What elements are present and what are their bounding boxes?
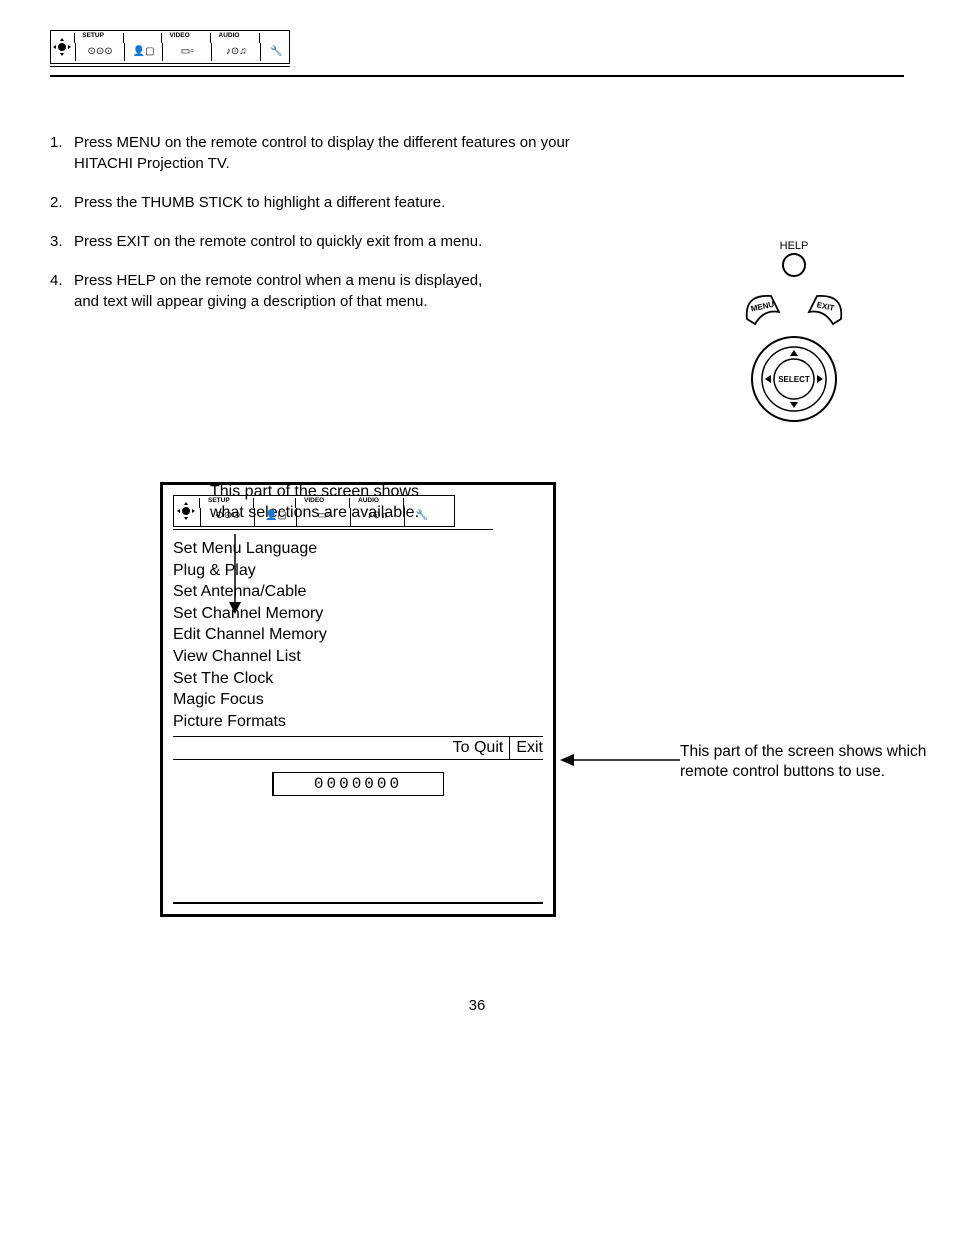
- remote-control-diagram: HELP MENU EXIT SELECT: [724, 240, 864, 424]
- menu-item: Set Antenna/Cable: [173, 581, 543, 603]
- list-number: 2.: [50, 192, 74, 213]
- list-number: 1.: [50, 132, 74, 174]
- tv-tab-strip: SETUP ⊙⊙⊙ 👤▢ VIDEO ▭▫: [173, 495, 493, 530]
- tab-audio: AUDIO ♪⊙♫: [215, 31, 259, 63]
- svg-text:SELECT: SELECT: [778, 375, 810, 384]
- tab-tool: 🔧: [408, 496, 436, 526]
- menu-item: Picture Formats: [173, 711, 543, 733]
- help-button-icon: [781, 252, 807, 278]
- instruction-text: Press EXIT on the remote control to quic…: [74, 231, 482, 252]
- menu-item: Set The Clock: [173, 668, 543, 690]
- digit-display: 0000000: [272, 772, 444, 796]
- tab-person: 👤▢: [258, 496, 294, 526]
- annotation-right: This part of the screen shows which remo…: [680, 742, 954, 782]
- header-tab-strip: SETUP ⊙⊙⊙ 👤▢ VIDEO ▭▫ AUDIO ♪⊙♫ 🔧: [50, 30, 290, 67]
- tab-video: VIDEO ▭▫: [300, 496, 348, 526]
- audio-icon: ♪⊙♫: [226, 47, 247, 57]
- instruction-list: 1. Press MENU on the remote control to d…: [50, 132, 610, 312]
- menu-item: Magic Focus: [173, 689, 543, 711]
- menu-item: View Channel List: [173, 646, 543, 668]
- menu-item: Edit Channel Memory: [173, 624, 543, 646]
- menu-item: Plug & Play: [173, 560, 543, 582]
- tab-video: VIDEO ▭▫: [165, 31, 209, 63]
- audio-icon: ♪⊙♫: [368, 511, 389, 521]
- instruction-text: Press the THUMB STICK to highlight a dif…: [74, 192, 445, 213]
- list-number: 4.: [50, 270, 74, 312]
- menu-options-list: Set Menu Language Plug & Play Set Antenn…: [173, 538, 543, 732]
- help-label: HELP: [724, 240, 864, 252]
- person-icon: 👤▢: [133, 47, 155, 57]
- arrow-left-icon: [560, 750, 680, 770]
- horizontal-rule: [50, 75, 904, 77]
- setup-icon: ⊙⊙⊙: [215, 511, 240, 521]
- menu-item: Set Menu Language: [173, 538, 543, 560]
- quit-button-label: Exit: [516, 739, 543, 757]
- quit-label: To Quit: [453, 739, 504, 757]
- tab-tool: 🔧: [264, 31, 289, 63]
- thumbstick-icon: [51, 38, 73, 56]
- person-icon: 👤▢: [265, 511, 287, 521]
- tab-setup: SETUP ⊙⊙⊙: [78, 31, 122, 63]
- tv-screen-mockup: SETUP ⊙⊙⊙ 👤▢ VIDEO ▭▫: [160, 482, 904, 917]
- quit-hint-row: To Quit Exit: [173, 736, 543, 760]
- tool-icon: 🔧: [270, 47, 282, 57]
- tab-audio: AUDIO ♪⊙♫: [354, 496, 402, 526]
- list-number: 3.: [50, 231, 74, 252]
- setup-icon: ⊙⊙⊙: [87, 47, 112, 57]
- tab-setup: SETUP ⊙⊙⊙: [204, 496, 252, 526]
- select-thumbstick-icon: SELECT: [749, 334, 839, 424]
- instruction-text: Press MENU on the remote control to disp…: [74, 132, 610, 174]
- tv-lower-section: 0000000: [173, 772, 543, 904]
- video-icon: ▭▫: [318, 511, 331, 521]
- video-icon: ▭▫: [181, 47, 194, 57]
- menu-exit-buttons-icon: MENU EXIT: [729, 284, 859, 334]
- menu-item: Set Channel Memory: [173, 603, 543, 625]
- thumbstick-icon: [174, 502, 198, 520]
- tool-icon: 🔧: [416, 511, 428, 521]
- tab-person: 👤▢: [127, 31, 160, 63]
- instruction-text: Press HELP on the remote control when a …: [74, 270, 482, 312]
- page-number: 36: [50, 997, 904, 1014]
